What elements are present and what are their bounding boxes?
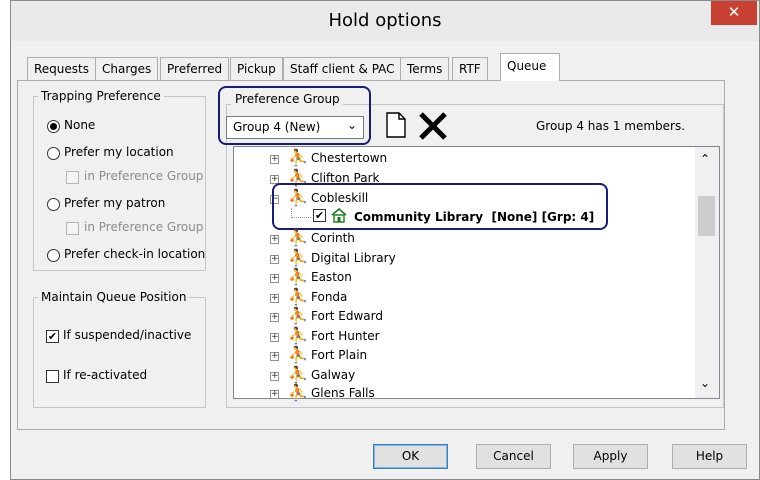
if-reactivated-checkbox[interactable]	[46, 370, 59, 383]
tab-rtf[interactable]: RTF	[452, 57, 488, 80]
delete-x-icon[interactable]	[418, 112, 448, 140]
prefer-my-location-label: Prefer my location	[64, 145, 174, 159]
radio-none[interactable]	[47, 120, 60, 133]
help-button[interactable]: Help	[672, 444, 747, 469]
branch-person-icon: ⛹	[288, 248, 308, 267]
radio-none-label: None	[64, 118, 96, 132]
tree-item-corinth[interactable]: Corinth	[311, 231, 355, 245]
scrollbar-thumb[interactable]	[698, 196, 715, 236]
scroll-down-icon[interactable]: ⌄	[700, 376, 710, 390]
new-document-icon[interactable]	[385, 112, 407, 138]
tab-terms[interactable]: Terms	[400, 57, 450, 80]
cobleskill-highlight-outline	[272, 183, 608, 230]
prefer-my-patron-label: Prefer my patron	[64, 196, 166, 210]
ok-button[interactable]: OK	[373, 444, 448, 469]
branch-person-icon: ⛹	[288, 148, 308, 167]
radio-prefer-my-location[interactable]	[47, 147, 60, 160]
expand-icon[interactable]: +	[270, 352, 279, 361]
radio-prefer-my-patron[interactable]	[47, 198, 60, 211]
if-suspended-label: If suspended/inactive	[63, 328, 192, 342]
branch-person-icon: ⛹	[288, 306, 308, 325]
expand-icon[interactable]: +	[270, 333, 279, 342]
tree-item-fort-edward[interactable]: Fort Edward	[311, 309, 383, 323]
prefer-check-in-location-label: Prefer check-in location	[64, 247, 206, 261]
if-reactivated-label: If re-activated	[63, 368, 148, 382]
expand-icon[interactable]: +	[270, 274, 279, 283]
branch-person-icon: ⛹	[288, 287, 308, 306]
expand-icon[interactable]: +	[270, 372, 279, 381]
expand-icon[interactable]: +	[270, 235, 279, 244]
tree-item-fonda[interactable]: Fonda	[311, 290, 347, 304]
expand-icon[interactable]: +	[270, 390, 279, 399]
trapping-preference-title: Trapping Preference	[41, 89, 161, 103]
branch-person-icon: ⛹	[288, 267, 308, 286]
branch-person-icon: ⛹	[288, 365, 308, 384]
patron-in-preference-group-label: in Preference Group	[84, 220, 204, 234]
branch-person-icon: ⛹	[288, 326, 308, 345]
location-in-preference-group-label: in Preference Group	[84, 169, 204, 183]
radio-prefer-check-in-location[interactable]	[47, 249, 60, 262]
apply-button[interactable]: Apply	[573, 444, 648, 469]
tab-staff-client-pac[interactable]: Staff client & PAC	[283, 57, 402, 80]
tab-pickup[interactable]: Pickup	[230, 57, 283, 80]
tab-queue[interactable]: Queue	[500, 53, 560, 81]
close-button[interactable]: ✕	[711, 1, 757, 25]
location-in-preference-group-checkbox[interactable]	[66, 171, 79, 184]
tab-preferred[interactable]: Preferred	[160, 57, 230, 80]
if-suspended-checkbox[interactable]: ✔	[46, 330, 59, 343]
branch-person-icon: ⛹	[288, 383, 308, 402]
patron-in-preference-group-checkbox[interactable]	[66, 222, 79, 235]
preference-group-highlight-outline	[218, 86, 371, 145]
tree-item-fort-plain[interactable]: Fort Plain	[311, 348, 367, 362]
expand-icon[interactable]: +	[270, 313, 279, 322]
expand-icon[interactable]: +	[270, 255, 279, 264]
tree-item-easton[interactable]: Easton	[311, 270, 352, 284]
tree-vertical-scrollbar[interactable]	[695, 147, 719, 398]
expand-icon[interactable]: +	[270, 294, 279, 303]
tree-item-chestertown[interactable]: Chestertown	[311, 151, 387, 165]
window-title: Hold options	[328, 10, 442, 31]
tree-item-galway[interactable]: Galway	[311, 368, 355, 382]
scroll-up-icon[interactable]: ⌃	[700, 152, 710, 166]
tree-item-glens-falls[interactable]: Glens Falls	[311, 386, 375, 400]
maintain-queue-position-group: Maintain Queue Position	[33, 290, 206, 408]
branch-person-icon: ⛹	[288, 228, 308, 247]
tree-item-fort-hunter[interactable]: Fort Hunter	[311, 329, 380, 343]
tree-item-digital-library[interactable]: Digital Library	[311, 251, 396, 265]
tab-requests[interactable]: Requests	[27, 57, 96, 80]
cancel-button[interactable]: Cancel	[476, 444, 551, 469]
group-members-count: Group 4 has 1 members.	[536, 119, 686, 133]
tab-charges[interactable]: Charges	[95, 57, 159, 80]
maintain-queue-position-title: Maintain Queue Position	[41, 290, 187, 304]
expand-icon[interactable]: +	[270, 155, 279, 164]
branch-person-icon: ⛹	[288, 345, 308, 364]
